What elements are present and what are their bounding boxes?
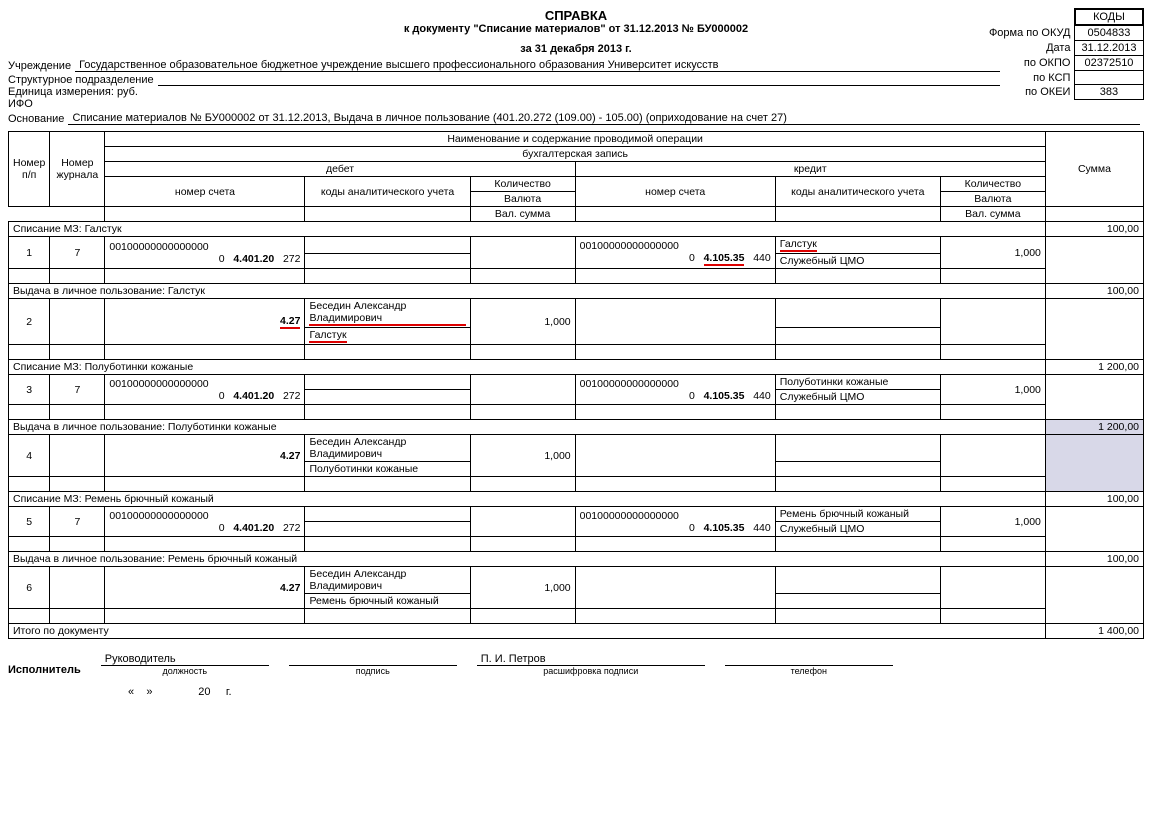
basis-label: Основание (8, 113, 64, 125)
unit-label: Единица измерения: руб. (8, 86, 1144, 98)
th-deb-qty: Количество (470, 177, 575, 192)
th-deb: дебет (105, 162, 575, 177)
executor-position: Руководитель (101, 653, 269, 666)
okpo-value: 02372510 (1075, 56, 1143, 71)
basis-value: Списание материалов № БУ000002 от 31.12.… (68, 112, 1140, 125)
th-op: Наименование и содержание проводимой опе… (105, 132, 1046, 147)
department-value (158, 85, 1000, 86)
ksp-value (1075, 71, 1143, 85)
ksp-label: по КСП (983, 71, 1075, 85)
date-value: 31.12.2013 (1075, 41, 1143, 56)
doc-subtitle: к документу "Списание материалов" от 31.… (8, 23, 1144, 35)
date-label: Дата (983, 41, 1075, 56)
department-label: Структурное подразделение (8, 74, 154, 86)
th-cre-cur: Валюта (940, 192, 1045, 207)
phone-caption: телефон (725, 666, 893, 676)
institution-label: Учреждение (8, 60, 71, 72)
executor-name: П. И. Петров (477, 653, 705, 666)
okud-label: Форма по ОКУД (983, 25, 1075, 41)
th-cre-acc: номер счета (575, 177, 775, 207)
executor-sign (289, 653, 457, 666)
codes-box: КОДЫ Форма по ОКУД0504833 Дата31.12.2013… (983, 8, 1144, 100)
th-deb-acc: номер счета (105, 177, 305, 207)
okei-label: по ОКЕИ (983, 85, 1075, 100)
th-cre-vsum: Вал. сумма (940, 207, 1045, 222)
main-table: Номер п/п Номер журнала Наименование и с… (8, 131, 1144, 639)
footer-date: « » 20 г. (128, 686, 1144, 698)
sign-caption: подпись (289, 666, 457, 676)
codes-header: КОДЫ (1075, 9, 1143, 25)
th-np: Номер п/п (9, 132, 50, 207)
th-be: бухгалтерская запись (105, 147, 1046, 162)
ifo-label: ИФО (8, 98, 1144, 110)
name-caption: расшифровка подписи (477, 666, 705, 676)
th-cre-code: коды аналитического учета (775, 177, 940, 207)
th-deb-vsum: Вал. сумма (470, 207, 575, 222)
institution-value: Государственное образовательное бюджетно… (75, 59, 1000, 72)
th-nj: Номер журнала (50, 132, 105, 207)
okpo-label: по ОКПО (983, 56, 1075, 71)
executor-phone (725, 653, 893, 666)
th-deb-cur: Валюта (470, 192, 575, 207)
th-sum: Сумма (1045, 132, 1143, 207)
okei-value: 383 (1075, 85, 1143, 100)
th-cre-qty: Количество (940, 177, 1045, 192)
okud-value: 0504833 (1075, 25, 1143, 41)
position-caption: должность (101, 666, 269, 676)
th-cre: кредит (575, 162, 1045, 177)
doc-period: за 31 декабря 2013 г. (8, 43, 1144, 55)
doc-title: СПРАВКА (8, 8, 1144, 23)
th-deb-code: коды аналитического учета (305, 177, 470, 207)
executor-label: Исполнитель (8, 664, 81, 676)
